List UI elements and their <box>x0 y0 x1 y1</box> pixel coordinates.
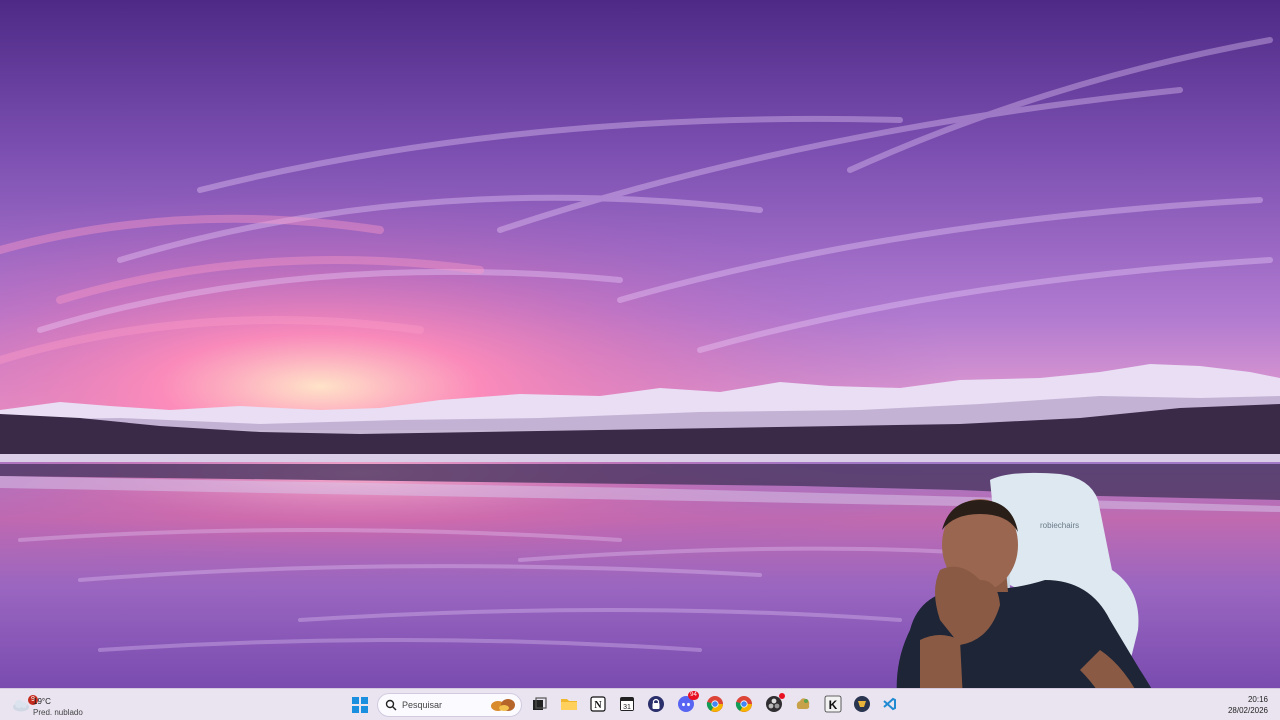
chrome-icon[interactable] <box>706 695 724 713</box>
clock-date: 28/02/2026 <box>1227 706 1268 715</box>
chrome-icon[interactable] <box>735 695 753 713</box>
calendar-icon[interactable]: 31 <box>618 695 636 713</box>
search-highlight-icon <box>491 699 515 711</box>
recording-indicator <box>779 693 785 699</box>
clock-time: 20:16 <box>1247 695 1268 704</box>
notion-icon[interactable]: N <box>589 695 607 713</box>
k-app-icon[interactable]: K <box>824 695 842 713</box>
windows-logo-icon <box>352 697 359 704</box>
svg-text:K: K <box>829 698 838 712</box>
weather-description: Pred. nublado <box>33 708 83 717</box>
discord-app[interactable]: 94 <box>677 691 699 713</box>
webcam-overlay: robiechairs <box>880 470 1170 720</box>
system-clock[interactable]: 20:16 28/02/2026 <box>1228 694 1268 716</box>
taskbar: 9 19°C Pred. nublado Pesquisar N 31 94 K… <box>0 688 1280 720</box>
obs-app[interactable] <box>765 693 785 713</box>
task-view-icon[interactable] <box>530 695 548 713</box>
code-icon[interactable] <box>880 695 898 713</box>
folder-icon[interactable] <box>560 695 578 713</box>
lock-icon[interactable] <box>647 695 665 713</box>
weather-widget[interactable]: 9 19°C Pred. nublado <box>8 692 118 718</box>
weather-temperature: 19°C <box>33 697 51 706</box>
search-icon <box>385 699 397 711</box>
windows-logo-tile <box>352 706 359 713</box>
windows-logo-tile <box>361 706 368 713</box>
cloud-icon[interactable] <box>794 695 812 713</box>
chair-brand-text: robiechairs <box>1040 521 1079 530</box>
windows-logo-tile <box>361 697 368 704</box>
game-icon[interactable] <box>853 695 871 713</box>
svg-text:N: N <box>594 700 602 711</box>
svg-text:31: 31 <box>623 704 631 711</box>
discord-notification-badge: 94 <box>688 691 699 700</box>
search-placeholder: Pesquisar <box>402 700 443 710</box>
taskbar-search-box[interactable]: Pesquisar <box>377 693 522 717</box>
streamer-webcam-icon: robiechairs <box>896 472 1165 720</box>
start-button[interactable] <box>352 697 368 713</box>
